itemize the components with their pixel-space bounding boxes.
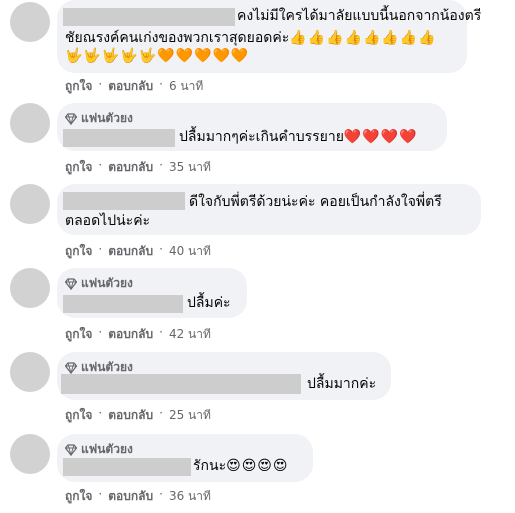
comment-bubble: แฟนตัวยง ปลื้มค่ะ — [57, 268, 247, 318]
redacted-name — [63, 192, 185, 210]
avatar[interactable] — [10, 434, 50, 474]
separator: · — [98, 158, 103, 172]
comment-actions: ถูกใจ · ตอบกลับ · 35 นาที — [65, 158, 211, 177]
comment-text: ปลื้มมากๆค่ะเกินคำบรรยาย❤️❤️❤️❤️ — [179, 127, 418, 147]
top-fan-label: แฟนตัวยง — [81, 276, 133, 290]
reply-button[interactable]: ตอบกลับ — [108, 242, 153, 261]
avatar[interactable] — [10, 2, 50, 42]
like-button[interactable]: ถูกใจ — [65, 77, 92, 96]
separator: · — [98, 325, 103, 339]
comment-text-body: ปลื้มมากๆค่ะเกินคำบรรยาย — [179, 129, 344, 145]
top-fan-label: แฟนตัวยง — [81, 442, 133, 456]
reply-button[interactable]: ตอบกลับ — [108, 487, 153, 506]
thumbs-up-emoji: 👍👍👍👍👍👍👍👍 — [289, 30, 437, 46]
timestamp[interactable]: 6 นาที — [169, 77, 203, 96]
top-fan-badge: แฟนตัวยง — [65, 109, 133, 128]
diamond-icon — [65, 277, 77, 290]
separator: · — [159, 242, 163, 256]
top-fan-badge: แฟนตัวยง — [65, 274, 133, 293]
separator: · — [98, 77, 103, 91]
comment-text: ปลื้มค่ะ — [187, 295, 231, 311]
timestamp[interactable]: 35 นาที — [169, 158, 211, 177]
comment-text-line1: ดีใจกับพี่ตรีด้วยน่ะค่ะ คอยเป็นกำลังใจพี… — [189, 194, 442, 210]
avatar[interactable] — [10, 352, 50, 392]
comment-text: ปลื้มมากค่ะ — [307, 376, 377, 392]
separator: · — [98, 242, 103, 256]
comment-bubble: แฟนตัวยง ปลื้มมากค่ะ — [57, 352, 391, 400]
comment-bubble: ดีใจกับพี่ตรีด้วยน่ะค่ะ คอยเป็นกำลังใจพี… — [57, 184, 481, 235]
timestamp[interactable]: 40 นาที — [169, 242, 211, 261]
comment-bubble: คงไม่มีใครได้มาลัยแบบนี้นอกจากน้องตรี ชั… — [57, 0, 481, 73]
reply-button[interactable]: ตอบกลับ — [108, 77, 153, 96]
heart-eyes-emoji: 😍😍😍😍 — [226, 458, 289, 474]
comment-text: ชัยณรงค์คนเก่งของพวกเราสุดยอดค่ะ — [65, 30, 290, 46]
hands-hearts-emoji: 🤟🤟🤟🤟🤟🧡🧡🧡🧡🧡 — [65, 48, 250, 64]
separator: · — [159, 158, 163, 172]
like-button[interactable]: ถูกใจ — [65, 406, 92, 425]
reply-button[interactable]: ตอบกลับ — [108, 325, 153, 344]
top-fan-badge: แฟนตัวยง — [65, 440, 133, 459]
separator: · — [98, 406, 103, 420]
redacted-name — [63, 458, 191, 476]
comment-text: รักนะ😍😍😍😍 — [193, 456, 288, 476]
comment-actions: ถูกใจ · ตอบกลับ · 42 นาที — [65, 325, 211, 344]
avatar[interactable] — [10, 103, 50, 143]
timestamp[interactable]: 25 นาที — [169, 406, 211, 425]
like-button[interactable]: ถูกใจ — [65, 158, 92, 177]
comment-text-line1: คงไม่มีใครได้มาลัยแบบนี้นอกจากน้องตรี — [237, 8, 482, 24]
diamond-icon — [65, 112, 77, 125]
comment-bubble: แฟนตัวยง รักนะ😍😍😍😍 — [57, 434, 313, 482]
diamond-icon — [65, 361, 77, 374]
like-button[interactable]: ถูกใจ — [65, 325, 92, 344]
top-fan-label: แฟนตัวยง — [81, 111, 133, 125]
redacted-name — [63, 295, 183, 313]
reply-button[interactable]: ตอบกลับ — [108, 406, 153, 425]
comment-actions: ถูกใจ · ตอบกลับ · 6 นาที — [65, 77, 203, 96]
avatar[interactable] — [10, 268, 50, 308]
timestamp[interactable]: 36 นาที — [169, 487, 211, 506]
heart-emoji: ❤️❤️❤️❤️ — [343, 129, 418, 145]
comment-actions: ถูกใจ · ตอบกลับ · 25 นาที — [65, 406, 211, 425]
diamond-icon — [65, 443, 77, 456]
redacted-name — [61, 374, 301, 394]
avatar[interactable] — [10, 184, 50, 224]
separator: · — [98, 487, 103, 501]
redacted-name — [63, 129, 175, 147]
redacted-name — [63, 8, 235, 26]
comment-actions: ถูกใจ · ตอบกลับ · 40 นาที — [65, 242, 211, 261]
comment-actions: ถูกใจ · ตอบกลับ · 36 นาที — [65, 487, 211, 506]
separator: · — [159, 77, 163, 91]
reply-button[interactable]: ตอบกลับ — [108, 158, 153, 177]
like-button[interactable]: ถูกใจ — [65, 487, 92, 506]
separator: · — [159, 406, 163, 420]
comment-text-line2: ตลอดไปน่ะค่ะ — [65, 213, 151, 229]
separator: · — [159, 487, 163, 501]
comment-text-body: รักนะ — [193, 458, 227, 474]
comment-text-line2: ชัยณรงค์คนเก่งของพวกเราสุดยอดค่ะ👍👍👍👍👍👍👍👍 — [65, 28, 437, 48]
timestamp[interactable]: 42 นาที — [169, 325, 211, 344]
separator: · — [159, 325, 163, 339]
like-button[interactable]: ถูกใจ — [65, 242, 92, 261]
comment-bubble: แฟนตัวยง ปลื้มมากๆค่ะเกินคำบรรยาย❤️❤️❤️❤… — [57, 103, 447, 151]
